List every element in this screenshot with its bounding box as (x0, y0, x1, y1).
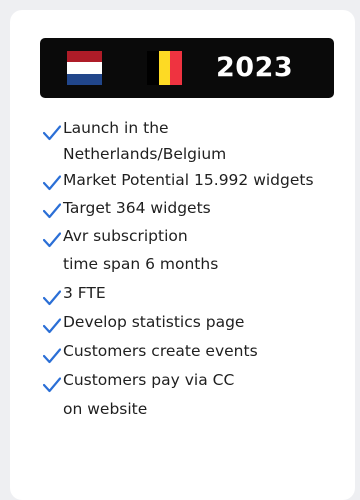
checkmark-icon (43, 290, 61, 306)
flag-stripe (67, 51, 102, 63)
list-item-text: on website (63, 400, 148, 418)
year-label: 2023 (216, 52, 294, 83)
list-item-text: 3 FTE (63, 284, 106, 302)
flag-stripe (67, 62, 102, 74)
flag-stripe (147, 51, 159, 85)
year-banner: 2023 (40, 38, 334, 98)
checkmark-icon (43, 348, 61, 364)
flag-stripe (170, 51, 183, 85)
flag-stripe (67, 73, 102, 85)
list-item-text: Avr subscription (63, 227, 188, 245)
checkmark-icon (43, 203, 61, 219)
checkmark-icon (43, 232, 61, 248)
list-item-text: time span 6 months (63, 255, 219, 273)
belgium-flag-icon (147, 51, 183, 85)
checkmark-icon (43, 377, 61, 393)
list-item-text: Market Potential 15.992 widgets (63, 171, 314, 189)
checkmark-icon (43, 318, 61, 334)
list-item-text: Target 364 widgets (63, 199, 211, 217)
list-item-text: Launch in the (63, 119, 169, 137)
flag-stripe (158, 51, 171, 85)
checkmark-icon (43, 175, 61, 191)
info-card: 2023 Launch in the Netherlands/Belgium M… (10, 10, 355, 500)
list-item-text: Develop statistics page (63, 313, 245, 331)
list-item-text: Customers pay via CC (63, 371, 235, 389)
list-item-text: Customers create events (63, 342, 258, 360)
checkmark-icon (43, 125, 61, 141)
netherlands-flag-icon (67, 51, 102, 85)
list-item-text: Netherlands/Belgium (63, 145, 227, 163)
